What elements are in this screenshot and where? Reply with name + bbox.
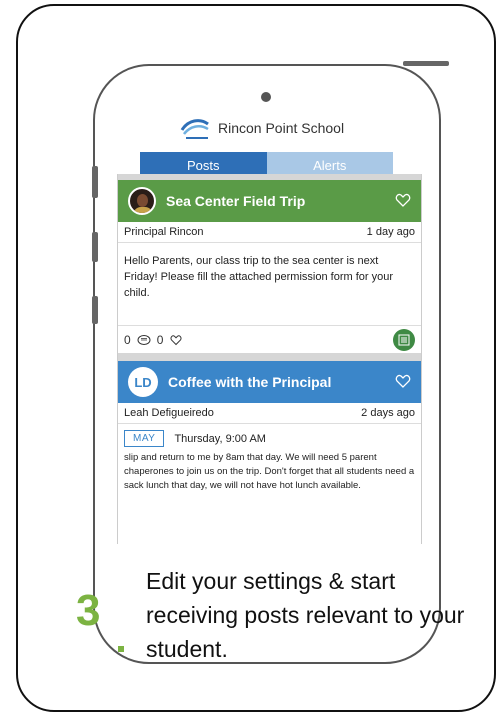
post-body: Hello Parents, our class trip to the sea… xyxy=(124,255,394,299)
phone-side-button xyxy=(92,296,98,324)
step-instruction: Edit your settings & start receiving pos… xyxy=(146,568,465,662)
feed-list[interactable]: Sea Center Field Trip Principal Rincon 1… xyxy=(117,174,422,544)
step-dot xyxy=(118,646,124,652)
post-author: Principal Rincon xyxy=(124,226,204,238)
heart-icon[interactable] xyxy=(395,373,411,389)
comment-icon[interactable] xyxy=(137,334,151,346)
comment-count: 0 xyxy=(124,332,131,347)
event-block: MAY Thursday, 9:00 AM slip and return to… xyxy=(118,424,421,499)
post-header: LD Coffee with the Principal xyxy=(118,361,421,403)
instruction-card: Rincon Point School Posts Alerts Sea Cen… xyxy=(16,4,496,712)
post-body: slip and return to me by 8am that day. W… xyxy=(124,452,415,491)
avatar xyxy=(128,187,156,215)
post-title: Coffee with the Principal xyxy=(168,374,332,390)
post-card[interactable]: Sea Center Field Trip Principal Rincon 1… xyxy=(118,180,421,353)
event-month: MAY xyxy=(124,430,165,447)
post-time: 2 days ago xyxy=(361,407,415,419)
post-counts: 0 0 xyxy=(124,333,183,347)
phone-power-button xyxy=(403,61,449,66)
like-heart-icon[interactable] xyxy=(169,334,183,346)
step-number: 3 xyxy=(76,586,101,635)
heart-icon[interactable] xyxy=(395,192,411,208)
post-card[interactable]: LD Coffee with the Principal Leah Defigu… xyxy=(118,361,421,499)
phone-side-button xyxy=(92,232,98,262)
post-header: Sea Center Field Trip xyxy=(118,180,421,222)
post-title: Sea Center Field Trip xyxy=(166,193,306,209)
event-date-row: MAY Thursday, 9:00 AM xyxy=(124,430,415,447)
post-time: 1 day ago xyxy=(366,226,415,238)
event-time: Thursday, 9:00 AM xyxy=(174,432,266,445)
post-meta: Principal Rincon 1 day ago xyxy=(118,222,421,243)
post-meta: Leah Defigueiredo 2 days ago xyxy=(118,403,421,424)
school-name: Rincon Point School xyxy=(218,120,345,136)
app-header: Rincon Point School xyxy=(180,114,380,142)
like-count: 0 xyxy=(156,332,164,347)
phone-side-button xyxy=(92,166,98,198)
feed-divider xyxy=(118,353,421,361)
avatar: LD xyxy=(128,367,158,397)
post-author: Leah Defigueiredo xyxy=(124,407,214,419)
school-logo-icon xyxy=(180,119,209,139)
post-actions: 0 0 xyxy=(118,325,421,353)
permission-form-icon[interactable] xyxy=(393,328,415,351)
camera-icon xyxy=(261,92,271,102)
